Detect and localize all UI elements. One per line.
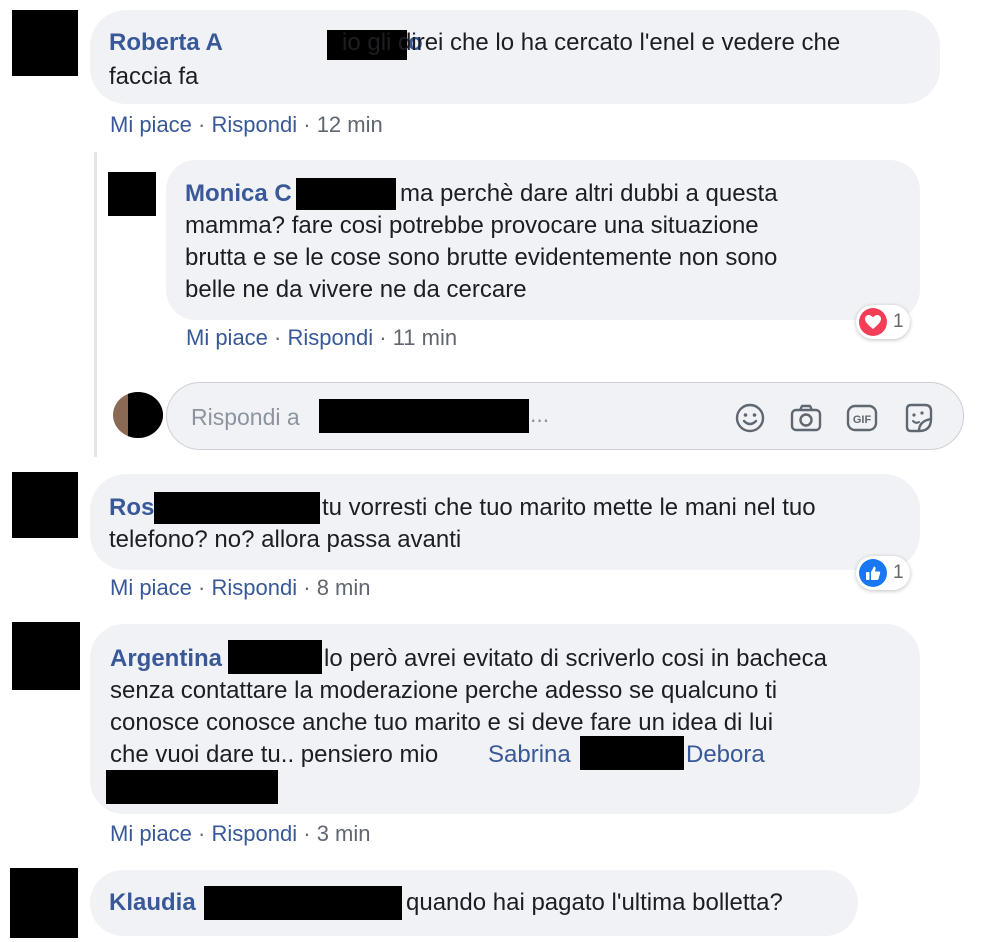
reply-box: ... GIF bbox=[166, 382, 964, 450]
svg-text:GIF: GIF bbox=[853, 414, 872, 426]
redacted-name bbox=[296, 178, 396, 210]
like-link[interactable]: Mi piace bbox=[110, 821, 192, 846]
comment-bubble: Argentina lo però avrei evitato di scriv… bbox=[90, 624, 920, 814]
comment-bubble: Monica C ma perchè dare altri dubbi a qu… bbox=[166, 160, 920, 320]
comment-text-line: ma perchè dare altri dubbi a questa bbox=[400, 180, 778, 207]
comment-timestamp[interactable]: 12 min bbox=[317, 112, 383, 137]
reaction-badge[interactable]: 1 bbox=[856, 556, 910, 590]
reply-link[interactable]: Rispondi bbox=[212, 821, 298, 846]
comment-timestamp[interactable]: 3 min bbox=[317, 821, 371, 846]
placeholder-ellipsis: ... bbox=[530, 401, 550, 427]
redacted-name bbox=[106, 770, 278, 804]
avatar-redaction bbox=[128, 392, 163, 438]
heart-icon bbox=[859, 308, 887, 336]
mention-link[interactable]: Sabrina bbox=[488, 739, 571, 771]
comment-text-line: telefono? no? allora passa avanti bbox=[109, 526, 462, 553]
reaction-count: 1 bbox=[893, 311, 904, 332]
reply-link[interactable]: Rispondi bbox=[288, 325, 374, 350]
reaction-count: 1 bbox=[893, 562, 904, 583]
separator: · bbox=[198, 575, 212, 600]
gif-icon[interactable]: GIF bbox=[845, 401, 879, 435]
comment-text-line: faccia fa bbox=[109, 63, 199, 90]
separator: · bbox=[303, 112, 317, 137]
comment-text-line: mamma? fare cosi potrebbe provocare una … bbox=[185, 212, 759, 239]
comment-text-line: senza contattare la moderazione perche a… bbox=[110, 677, 778, 704]
comment-text-line: brutta e se le cose sono brutte evidente… bbox=[185, 244, 778, 271]
camera-icon[interactable] bbox=[789, 401, 823, 435]
separator: · bbox=[303, 575, 317, 600]
comment-text-line: lo però avrei evitato di scriverlo cosi … bbox=[324, 645, 827, 672]
like-link[interactable]: Mi piace bbox=[110, 112, 192, 137]
avatar[interactable] bbox=[108, 172, 156, 216]
separator: · bbox=[198, 112, 212, 137]
mention-link[interactable]: Debora bbox=[686, 739, 765, 771]
comment-text-line: belle ne da vivere ne da cercare bbox=[185, 276, 527, 303]
avatar[interactable] bbox=[10, 868, 78, 938]
redacted-name bbox=[228, 640, 322, 674]
comment-text-line: quando hai pagato l'ultima bolletta? bbox=[406, 889, 783, 916]
redacted-name bbox=[154, 492, 320, 524]
reply-link[interactable]: Rispondi bbox=[212, 112, 298, 137]
comment-text-line: tu vorresti che tuo marito mette le mani… bbox=[322, 494, 816, 521]
comment-bubble: Ros tu vorresti che tuo marito mette le … bbox=[90, 474, 920, 570]
separator: · bbox=[274, 325, 288, 350]
separator: · bbox=[379, 325, 393, 350]
separator: · bbox=[303, 821, 317, 846]
comment-author[interactable]: Ros bbox=[109, 492, 154, 524]
separator: · bbox=[198, 821, 212, 846]
current-user-avatar bbox=[113, 392, 163, 438]
reaction-badge[interactable]: 1 bbox=[856, 305, 910, 339]
emoji-icon[interactable] bbox=[733, 401, 767, 435]
comment-author[interactable]: Klaudia bbox=[109, 887, 196, 919]
comment-actions: Mi piace · Rispondi · 11 min bbox=[186, 324, 457, 352]
like-link[interactable]: Mi piace bbox=[110, 575, 192, 600]
avatar[interactable] bbox=[12, 622, 80, 690]
comment-actions: Mi piace · Rispondi · 3 min bbox=[110, 820, 370, 848]
comment-author[interactable]: Argentina bbox=[110, 643, 222, 675]
comment-text-line: che vuoi dare tu.. pensiero mio bbox=[110, 741, 439, 768]
thread-line bbox=[94, 152, 97, 457]
comment-text-line: io gli direi che lo ha cercato l'enel e … bbox=[342, 29, 841, 56]
redacted-name bbox=[580, 736, 684, 770]
comment-actions: Mi piace · Rispondi · 8 min bbox=[110, 574, 370, 602]
comment-bubble: Roberta A o io gli direi che lo ha cerca… bbox=[90, 10, 940, 104]
like-link[interactable]: Mi piace bbox=[186, 325, 268, 350]
comment-text-line: conosce conosce anche tuo marito e si de… bbox=[110, 709, 774, 736]
comment-actions: Mi piace · Rispondi · 12 min bbox=[110, 111, 383, 139]
sticker-icon[interactable] bbox=[901, 401, 935, 435]
comment-timestamp[interactable]: 8 min bbox=[317, 575, 371, 600]
comment-author[interactable]: Monica C bbox=[185, 178, 292, 210]
comment-author[interactable]: Roberta A bbox=[109, 27, 223, 59]
redacted-name bbox=[319, 399, 529, 433]
reply-link[interactable]: Rispondi bbox=[212, 575, 298, 600]
comment-bubble: Klaudia quando hai pagato l'ultima bolle… bbox=[90, 870, 858, 936]
avatar[interactable] bbox=[12, 472, 78, 538]
redacted-name bbox=[204, 886, 402, 920]
comment-timestamp[interactable]: 11 min bbox=[393, 325, 457, 350]
avatar[interactable] bbox=[12, 10, 78, 76]
thumbs-up-icon bbox=[859, 559, 887, 587]
